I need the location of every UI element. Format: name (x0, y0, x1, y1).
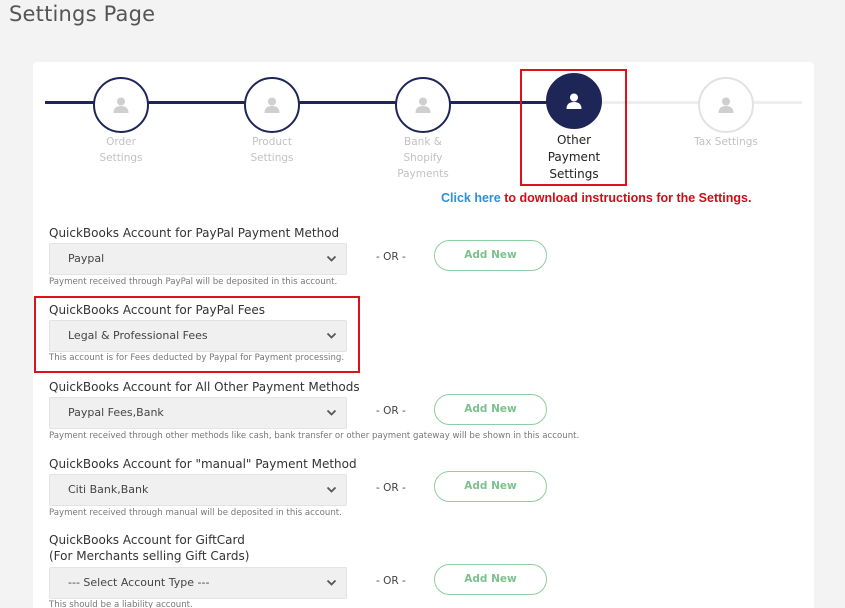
step-label: Bank & Shopify Payments (373, 134, 473, 182)
or-separator: - OR - (376, 482, 406, 494)
chevron-down-icon (326, 486, 337, 493)
paypal-payment-method-select[interactable]: Paypal (49, 243, 347, 275)
giftcard-account-label: QuickBooks Account for GiftCard (For Mer… (49, 532, 249, 564)
step-label-line: Settings (99, 152, 143, 164)
step-label-line: Product (252, 136, 292, 148)
giftcard-account-select[interactable]: --- Select Account Type --- (49, 567, 347, 599)
step-circle[interactable] (244, 77, 300, 133)
chevron-down-icon (326, 579, 337, 586)
select-value: Paypal Fees,Bank (68, 406, 164, 419)
add-new-button[interactable]: Add New (434, 471, 547, 502)
highlight-box-active-step (520, 69, 627, 186)
paypal-payment-method-label: QuickBooks Account for PayPal Payment Me… (49, 226, 340, 240)
giftcard-label-line: (For Merchants selling Gift Cards) (49, 549, 250, 563)
manual-payment-method-help: Payment received through manual will be … (49, 508, 342, 518)
step-circle[interactable] (93, 77, 149, 133)
step-label-line: Bank & (404, 136, 442, 148)
user-icon (718, 97, 734, 113)
step-label-line: Payments (397, 168, 449, 180)
user-icon (113, 97, 129, 113)
other-payment-methods-label: QuickBooks Account for All Other Payment… (49, 380, 360, 394)
user-icon (415, 97, 431, 113)
instructions-line: Click here to download instructions for … (441, 191, 751, 205)
chevron-down-icon (326, 409, 337, 416)
select-value: --- Select Account Type --- (68, 576, 210, 589)
step-circle[interactable] (698, 77, 754, 133)
chevron-down-icon (326, 255, 337, 262)
step-label: Product Settings (222, 134, 322, 166)
select-value: Citi Bank,Bank (68, 483, 149, 496)
giftcard-account-help: This should be a liability account. (49, 600, 193, 608)
add-new-button[interactable]: Add New (434, 564, 547, 595)
step-label-line: Settings (250, 152, 294, 164)
or-separator: - OR - (376, 251, 406, 263)
other-payment-methods-help: Payment received through other methods l… (49, 431, 580, 441)
step-label-line: Tax Settings (694, 136, 758, 148)
instructions-text: to download instructions for the Setting… (504, 191, 752, 205)
add-new-button[interactable]: Add New (434, 394, 547, 425)
step-label: Tax Settings (676, 134, 776, 150)
manual-payment-method-select[interactable]: Citi Bank,Bank (49, 474, 347, 506)
step-label-line: Shopify (403, 152, 443, 164)
other-payment-methods-select[interactable]: Paypal Fees,Bank (49, 397, 347, 429)
page-title: Settings Page (9, 2, 156, 26)
select-value: Paypal (68, 252, 105, 265)
giftcard-label-line: QuickBooks Account for GiftCard (49, 533, 245, 547)
or-separator: - OR - (376, 405, 406, 417)
step-label-line: Order (106, 136, 136, 148)
download-instructions-link[interactable]: Click here (441, 191, 501, 205)
add-new-button[interactable]: Add New (434, 240, 547, 271)
or-separator: - OR - (376, 575, 406, 587)
step-label: Order Settings (71, 134, 171, 166)
step-circle[interactable] (395, 77, 451, 133)
user-icon (264, 97, 280, 113)
highlight-box-paypal-fees (34, 296, 360, 373)
manual-payment-method-label: QuickBooks Account for "manual" Payment … (49, 457, 357, 471)
paypal-payment-method-help: Payment received through PayPal will be … (49, 277, 338, 287)
